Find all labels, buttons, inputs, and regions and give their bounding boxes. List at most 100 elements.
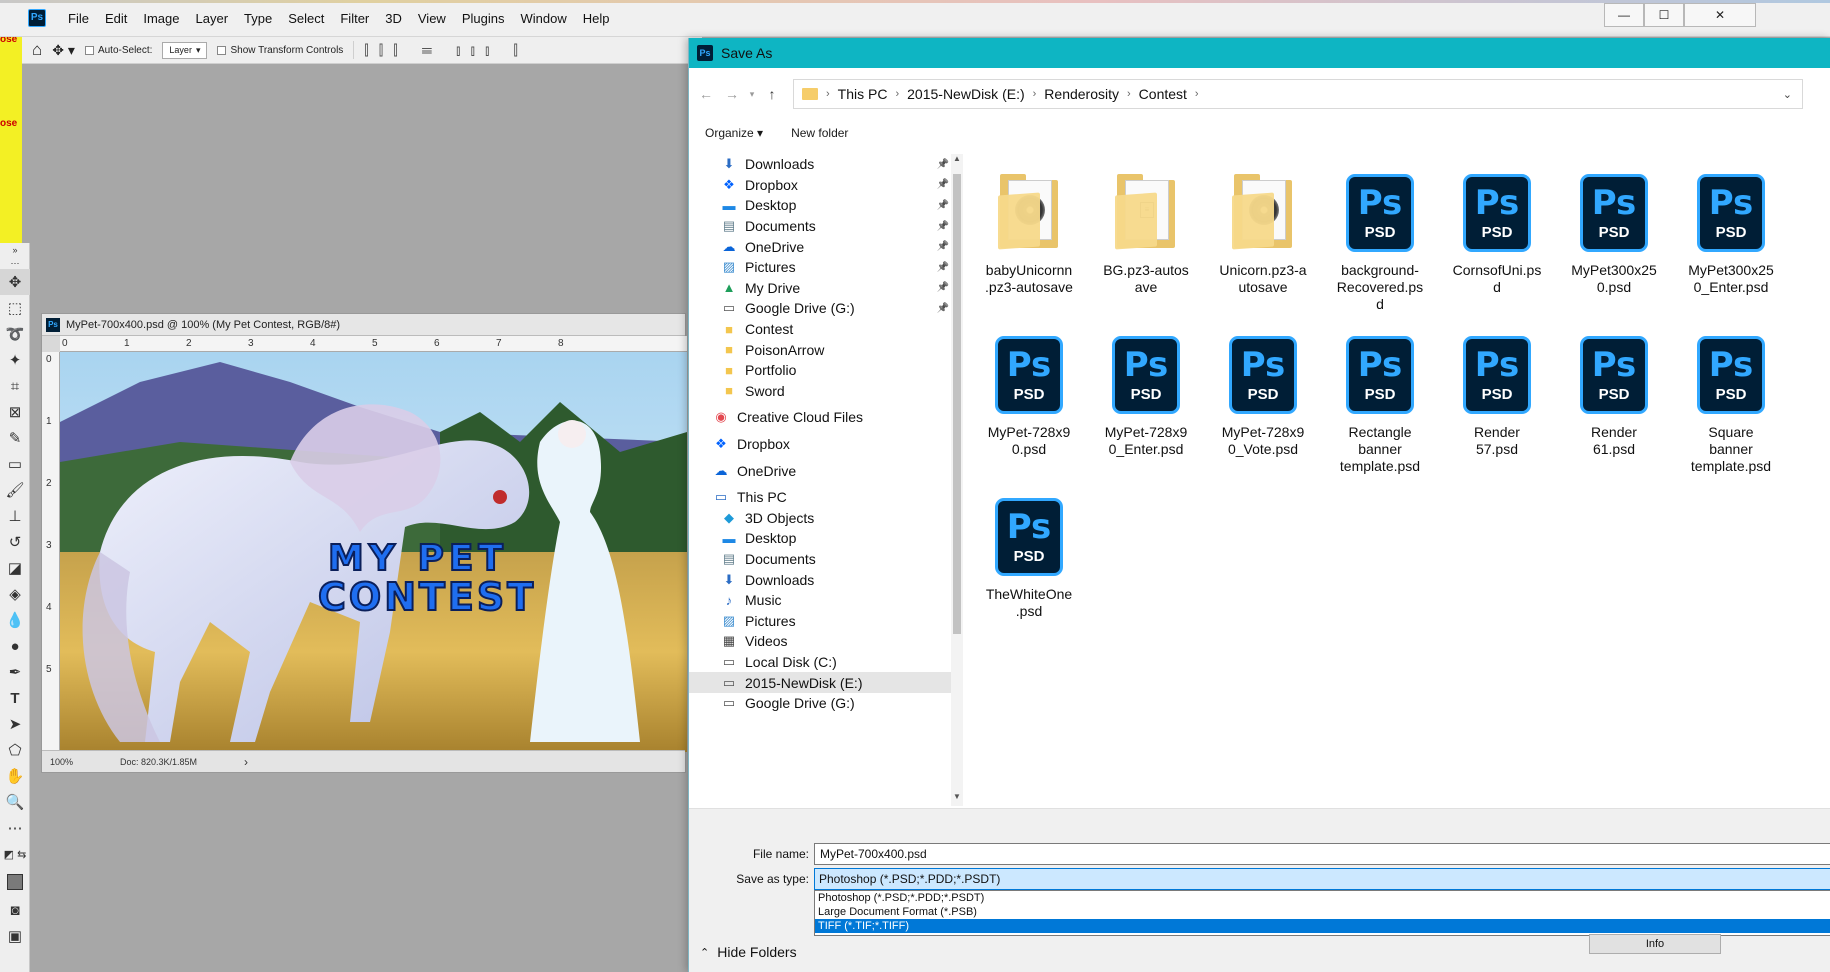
nav-item-downloads[interactable]: ⬇ Downloads 📌: [689, 154, 963, 175]
file-item[interactable]: Ps PSD MyPet-728x9 0.psd: [979, 336, 1079, 458]
nav-item-google-drive-g[interactable]: ▭ Google Drive (G:) 📌: [689, 298, 963, 319]
nav-item-downloads[interactable]: ⬇ Downloads: [689, 569, 963, 590]
document-window[interactable]: Ps MyPet-700x400.psd @ 100% (My Pet Cont…: [41, 313, 687, 773]
menu-filter[interactable]: Filter: [332, 0, 377, 37]
breadcrumb-item[interactable]: 2015-NewDisk (E:): [907, 86, 1024, 102]
nav-item-this-pc[interactable]: ▭ This PC: [689, 487, 963, 508]
breadcrumb-item[interactable]: This PC: [838, 86, 888, 102]
nav-item-creative-cloud-files[interactable]: ◉ Creative Cloud Files: [689, 407, 963, 428]
file-item[interactable]: Ps PSD Square banner template.psd: [1681, 336, 1781, 475]
info-button[interactable]: Info: [1589, 934, 1721, 954]
nav-item-2015-newdisk-e[interactable]: ▭ 2015-NewDisk (E:): [689, 672, 963, 693]
frame-tool-icon[interactable]: ⊠: [0, 399, 30, 425]
file-item[interactable]: Unicorn.pz3-a utosave: [1213, 174, 1313, 296]
file-item[interactable]: Ps PSD CornsofUni.ps d: [1447, 174, 1547, 296]
pen-tool-icon[interactable]: ✒: [0, 659, 30, 685]
nav-item-documents[interactable]: ▤ Documents 📌: [689, 216, 963, 237]
file-item[interactable]: ≡ BG.pz3-autosave: [1096, 174, 1196, 296]
nav-item-my-drive[interactable]: ▲ My Drive 📌: [689, 278, 963, 299]
address-dropdown-icon[interactable]: ⌄: [1783, 88, 1792, 101]
hide-folders-button[interactable]: ⌃ Hide Folders: [700, 944, 797, 960]
breadcrumb-item[interactable]: Renderosity: [1044, 86, 1119, 102]
hand-tool-icon[interactable]: ✋: [0, 763, 30, 789]
nav-item-contest[interactable]: ■ Contest: [689, 319, 963, 340]
move-tool-icon[interactable]: ✥: [0, 269, 30, 295]
menu-file[interactable]: File: [60, 0, 97, 37]
nav-item-documents[interactable]: ▤ Documents: [689, 549, 963, 570]
nav-item-sword[interactable]: ■ Sword: [689, 381, 963, 402]
nav-item-poisonarrow[interactable]: ■ PoisonArrow: [689, 339, 963, 360]
scroll-up-icon[interactable]: ▲: [951, 154, 963, 168]
file-item[interactable]: Ps PSD MyPet300x25 0.psd: [1564, 174, 1664, 296]
nav-scrollbar[interactable]: ▲ ▼: [951, 154, 963, 806]
menu-window[interactable]: Window: [512, 0, 574, 37]
menu-type[interactable]: Type: [236, 0, 280, 37]
nav-item-pictures[interactable]: ▨ Pictures: [689, 610, 963, 631]
color-swatches-icon[interactable]: [0, 867, 30, 897]
menu-view[interactable]: View: [410, 0, 454, 37]
file-item[interactable]: Ps PSD MyPet300x25 0_Enter.psd: [1681, 174, 1781, 296]
show-transform-option[interactable]: Show Transform Controls: [217, 45, 343, 56]
nav-item-google-drive-g[interactable]: ▭ Google Drive (G:): [689, 693, 963, 714]
type-tool-icon[interactable]: T: [0, 685, 30, 711]
breadcrumb-separator-icon[interactable]: ›: [1033, 88, 1037, 100]
nav-item-desktop[interactable]: ▬ Desktop: [689, 528, 963, 549]
lasso-tool-icon[interactable]: ➰: [0, 321, 30, 347]
save-type-option[interactable]: Photoshop (*.PSD;*.PDD;*.PSDT): [815, 891, 1830, 905]
quick-mask-icon[interactable]: ◙: [0, 897, 30, 923]
path-selection-tool-icon[interactable]: ➤: [0, 711, 30, 737]
file-item[interactable]: Ps PSD Rectangle banner template.psd: [1330, 336, 1430, 475]
document-canvas[interactable]: MY PET CONTEST: [60, 352, 687, 752]
scroll-down-icon[interactable]: ▼: [951, 792, 963, 806]
eraser-tool-icon[interactable]: ◪: [0, 555, 30, 581]
marquee-tool-icon[interactable]: ⬚: [0, 295, 30, 321]
save-type-option[interactable]: Large Document Format (*.PSB): [815, 905, 1830, 919]
zoom-tool-icon[interactable]: 🔍: [0, 789, 30, 815]
breadcrumb-separator-icon[interactable]: ›: [1195, 88, 1199, 100]
menu-3d[interactable]: 3D: [377, 0, 410, 37]
nav-item-dropbox[interactable]: ❖ Dropbox: [689, 434, 963, 455]
menu-layer[interactable]: Layer: [188, 0, 237, 37]
file-item[interactable]: babyUnicornn .pz3-autosave: [979, 174, 1079, 296]
nav-item-videos[interactable]: ▦ Videos: [689, 631, 963, 652]
document-tab[interactable]: Ps MyPet-700x400.psd @ 100% (My Pet Cont…: [42, 314, 685, 336]
breadcrumb-separator-icon[interactable]: ›: [895, 88, 899, 100]
blur-tool-icon[interactable]: 💧: [0, 607, 30, 633]
default-colors-icon[interactable]: ◩ ⇆: [0, 841, 30, 867]
nav-item-onedrive[interactable]: ☁ OneDrive 📌: [689, 236, 963, 257]
history-brush-tool-icon[interactable]: ↺: [0, 529, 30, 555]
up-arrow-icon[interactable]: ↑: [759, 86, 785, 102]
organize-button[interactable]: Organize ▾: [705, 126, 763, 140]
show-transform-checkbox[interactable]: [217, 45, 227, 55]
dialog-title-bar[interactable]: Ps Save As: [689, 38, 1830, 68]
breadcrumb-item[interactable]: Contest: [1139, 86, 1187, 102]
file-name-input[interactable]: [814, 843, 1830, 865]
healing-tool-icon[interactable]: ▭: [0, 451, 30, 477]
nav-item-local-disk-c[interactable]: ▭ Local Disk (C:): [689, 652, 963, 673]
auto-select-option[interactable]: Auto-Select:: [84, 45, 152, 56]
nav-item-portfolio[interactable]: ■ Portfolio: [689, 360, 963, 381]
file-item[interactable]: Ps PSD Render 57.psd: [1447, 336, 1547, 458]
stamp-tool-icon[interactable]: ⊥: [0, 503, 30, 529]
more-tools-icon[interactable]: ⋯: [0, 815, 30, 841]
nav-item-3d-objects[interactable]: ◆ 3D Objects: [689, 508, 963, 529]
brush-tool-icon[interactable]: 🖌: [0, 477, 30, 503]
paint-bucket-tool-icon[interactable]: ◈: [0, 581, 30, 607]
file-item[interactable]: Ps PSD MyPet-728x9 0_Vote.psd: [1213, 336, 1313, 458]
status-menu-arrow[interactable]: ›: [244, 755, 248, 769]
new-folder-button[interactable]: New folder: [791, 126, 848, 140]
file-item[interactable]: Ps PSD Render 61.psd: [1564, 336, 1664, 458]
nav-item-dropbox[interactable]: ❖ Dropbox 📌: [689, 175, 963, 196]
screen-mode-icon[interactable]: ▣: [0, 923, 30, 949]
nav-item-music[interactable]: ♪ Music: [689, 590, 963, 611]
crop-tool-icon[interactable]: ⌗: [0, 373, 30, 399]
menu-select[interactable]: Select: [280, 0, 332, 37]
minimize-button[interactable]: —: [1604, 3, 1644, 27]
scrollbar-thumb[interactable]: [953, 174, 961, 634]
forward-arrow-icon[interactable]: →: [719, 86, 745, 102]
photoshop-logo-icon[interactable]: Ps: [28, 9, 46, 27]
recent-locations-icon[interactable]: ▾: [745, 89, 759, 100]
shape-tool-icon[interactable]: ⬠: [0, 737, 30, 763]
menu-edit[interactable]: Edit: [97, 0, 135, 37]
align-icons[interactable]: ⫿⫿⫿ ☰ ⫾⫾⫾ ⫿: [364, 42, 528, 59]
